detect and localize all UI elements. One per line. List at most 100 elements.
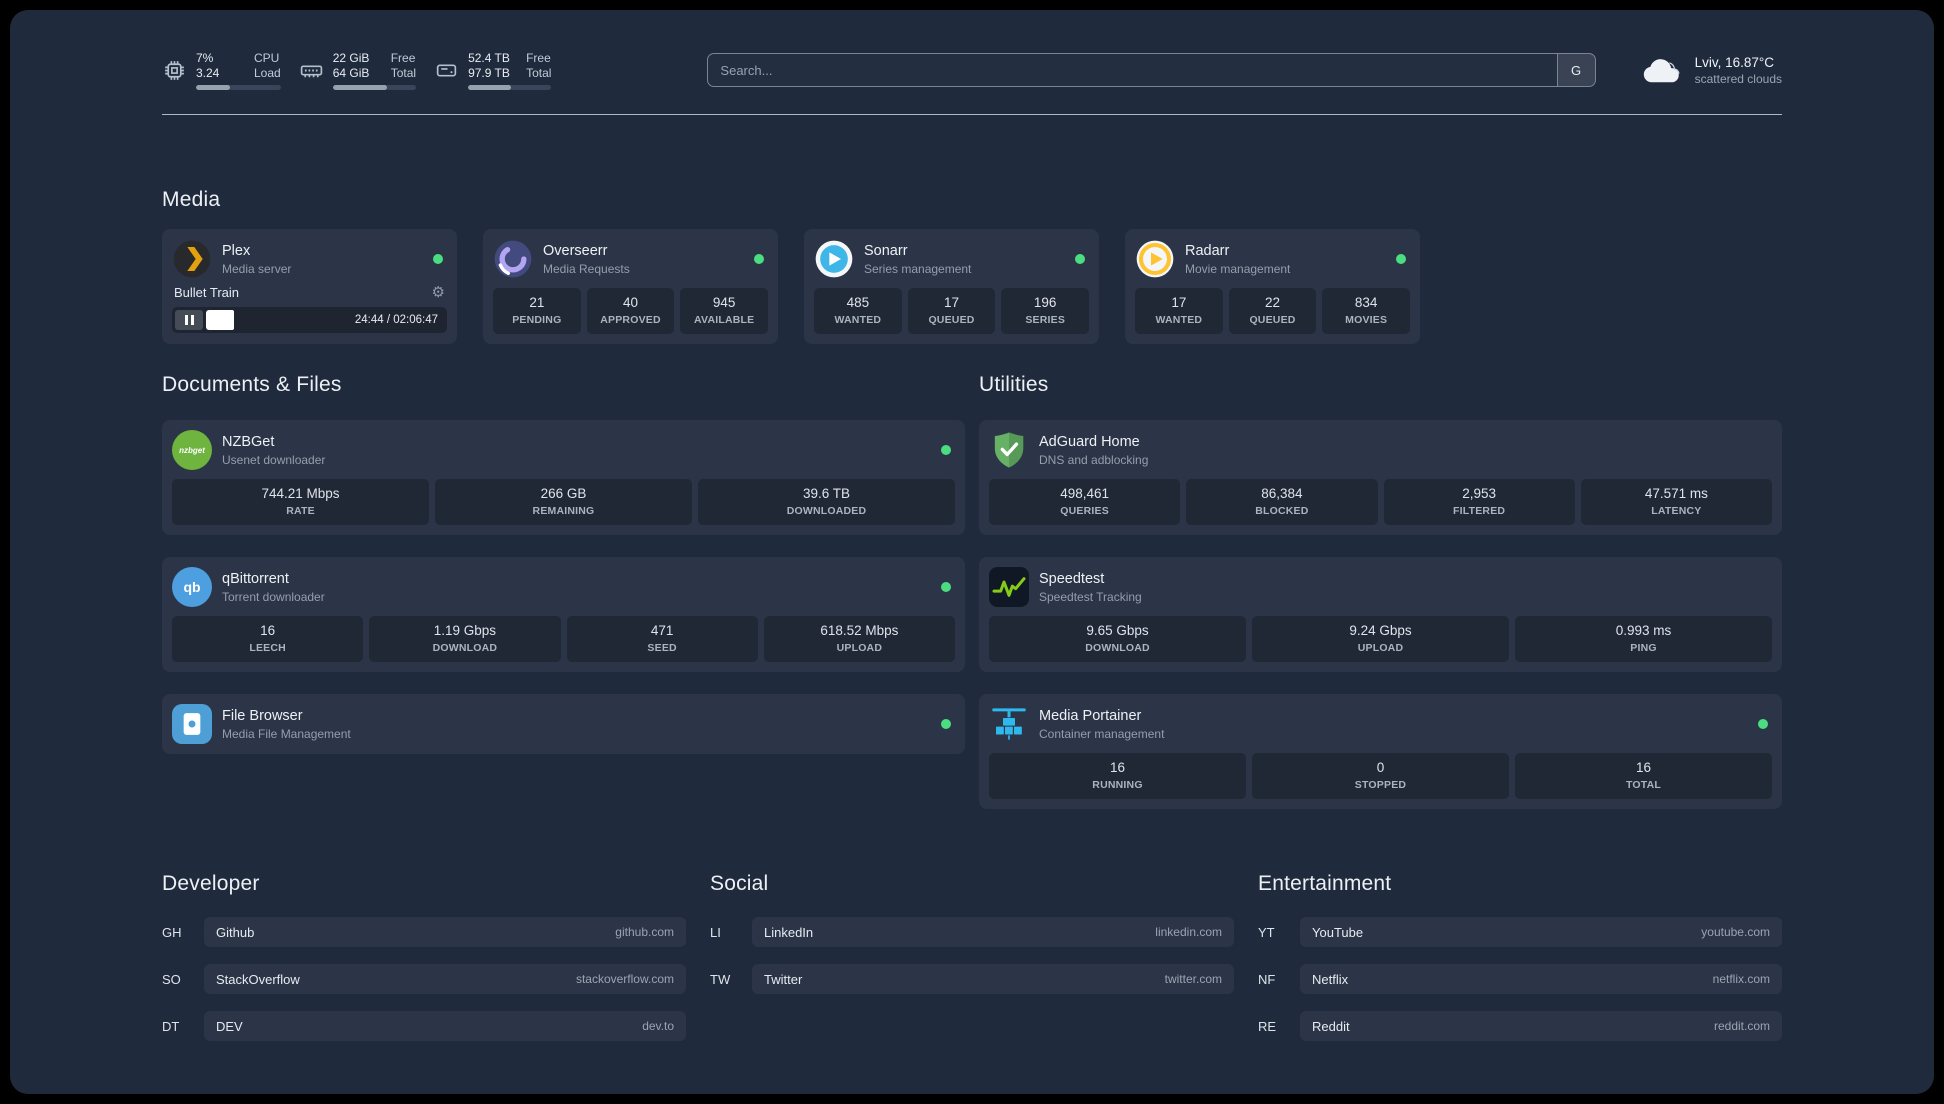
stat-label: SERIES: [1025, 314, 1066, 326]
cpu-usage-bar: [196, 84, 281, 90]
stat-value: 17: [1171, 295, 1187, 310]
stat-label: STOPPED: [1354, 779, 1407, 791]
service-description: Container management: [1039, 726, 1165, 741]
top-bar: 7% CPU 3.24 Load 22 GiB Free 64 GiB Tota…: [162, 44, 1782, 96]
service-name: Speedtest: [1039, 570, 1105, 587]
bookmark-linkedin[interactable]: LI LinkedIn linkedin.com: [710, 917, 1234, 947]
bookmark-reddit[interactable]: RE Reddit reddit.com: [1258, 1011, 1782, 1041]
radarr-icon: [1135, 239, 1175, 279]
bookmark-abbr: GH: [162, 924, 182, 940]
service-card-qbittorrent[interactable]: qb qBittorrent Torrent downloader 16 LEE…: [162, 557, 965, 672]
service-card-radarr[interactable]: Radarr Movie management 17 WANTED 22 QUE…: [1125, 229, 1420, 344]
bookmark-url: linkedin.com: [1155, 925, 1222, 939]
memory-free-label: Free: [390, 50, 416, 65]
cpu-percent: 7%: [196, 50, 214, 65]
bookmark-dev[interactable]: DT DEV dev.to: [162, 1011, 686, 1041]
status-dot: [433, 254, 443, 264]
bookmark-stackoverflow[interactable]: SO StackOverflow stackoverflow.com: [162, 964, 686, 994]
plex-header: Plex Media server: [172, 239, 447, 279]
service-card-portainer[interactable]: Media Portainer Container management 16 …: [979, 694, 1782, 809]
stat-downloaded: 39.6 TB DOWNLOADED: [698, 479, 955, 525]
stat-pending: 21 PENDING: [493, 288, 581, 334]
status-dot: [1396, 254, 1406, 264]
stat-label: AVAILABLE: [694, 314, 755, 326]
bookmark-bar[interactable]: Reddit reddit.com: [1300, 1011, 1782, 1041]
stat-label: SEED: [647, 642, 677, 654]
stat-running: 16 RUNNING: [989, 753, 1246, 799]
service-card-sonarr[interactable]: Sonarr Series management 485 WANTED 17 Q…: [804, 229, 1099, 344]
service-name: Plex: [222, 242, 251, 259]
memory-icon: [300, 65, 322, 77]
weather-widget[interactable]: Lviv, 16.87°C scattered clouds: [1638, 55, 1782, 86]
overseerr-icon: [493, 239, 533, 279]
stat-filtered: 2,953 FILTERED: [1383, 479, 1575, 525]
service-name: qBittorrent: [222, 570, 289, 587]
bookmark-bar[interactable]: LinkedIn linkedin.com: [752, 917, 1234, 947]
weather-text: Lviv, 16.87°C scattered clouds: [1695, 55, 1782, 86]
bookmark-bar[interactable]: Github github.com: [204, 917, 686, 947]
bookmark-name: Github: [216, 924, 255, 940]
pause-button[interactable]: [175, 310, 203, 330]
stat-label: BLOCKED: [1255, 505, 1309, 517]
bookmark-bar[interactable]: Twitter twitter.com: [752, 964, 1234, 994]
bookmark-abbr: YT: [1258, 924, 1275, 940]
service-card-overseerr[interactable]: Overseerr Media Requests 21 PENDING 40 A…: [483, 229, 778, 344]
playback-progress-fill: [206, 310, 234, 330]
nzbget-titles: NZBGet Usenet downloader: [222, 434, 325, 467]
service-card-speedtest[interactable]: Speedtest Speedtest Tracking 9.65 Gbps D…: [979, 557, 1782, 672]
stat-value: 0.993 ms: [1615, 623, 1672, 638]
stat-value: 16: [1109, 760, 1126, 775]
stat-ping: 0.993 ms PING: [1515, 616, 1772, 662]
stat-movies: 834 MOVIES: [1322, 288, 1411, 334]
status-dot: [1758, 719, 1768, 729]
stat-leech: 16 LEECH: [172, 616, 364, 662]
service-card-plex[interactable]: Plex Media server Bullet Train ⚙ 24:44 /…: [162, 229, 457, 344]
stat-download: 1.19 Gbps DOWNLOAD: [369, 616, 561, 662]
bookmark-twitter[interactable]: TW Twitter twitter.com: [710, 964, 1234, 994]
stat-value: 945: [712, 295, 736, 310]
bookmarks-entertainment: Entertainment YT YouTube youtube.com NF …: [1258, 871, 1782, 1058]
adguard-titles: AdGuard Home DNS and adblocking: [1039, 434, 1148, 467]
stat-label: APPROVED: [600, 314, 661, 326]
bookmark-bar[interactable]: StackOverflow stackoverflow.com: [204, 964, 686, 994]
search-provider-button[interactable]: G: [1556, 54, 1595, 86]
weather-condition: scattered clouds: [1694, 71, 1782, 86]
speedtest-stats: 9.65 Gbps DOWNLOAD 9.24 Gbps UPLOAD 0.99…: [989, 616, 1772, 662]
plex-titles: Plex Media server: [222, 243, 291, 276]
disk-free-label: Free: [526, 50, 551, 65]
cpu-load-label: Load: [254, 65, 281, 80]
stat-value: 47.571 ms: [1644, 486, 1708, 501]
utilities-column: Utilities AdGuard Home DNS and adblockin…: [979, 372, 1782, 809]
bookmark-github[interactable]: GH Github github.com: [162, 917, 686, 947]
stat-value: 618.52 Mbps: [820, 623, 899, 638]
stat-stopped: 0 STOPPED: [1252, 753, 1509, 799]
stat-label: RATE: [286, 505, 315, 517]
bookmark-bar[interactable]: YouTube youtube.com: [1300, 917, 1782, 947]
sonarr-icon: [814, 239, 854, 279]
filebrowser-titles: File Browser Media File Management: [222, 708, 351, 741]
qbittorrent-icon: qb: [172, 567, 212, 607]
service-name: AdGuard Home: [1039, 433, 1140, 450]
bookmark-abbr: LI: [710, 924, 721, 940]
service-description: Media File Management: [222, 726, 351, 741]
sonarr-header: Sonarr Series management: [814, 239, 1089, 279]
bookmark-bar[interactable]: DEV dev.to: [204, 1011, 686, 1041]
stat-label: MOVIES: [1345, 314, 1388, 326]
sonarr-stats: 485 WANTED 17 QUEUED 196 SERIES: [814, 288, 1090, 334]
bookmark-url: dev.to: [642, 1019, 674, 1033]
service-card-adguard[interactable]: AdGuard Home DNS and adblocking 498,461 …: [979, 420, 1782, 535]
gear-icon[interactable]: ⚙: [432, 285, 445, 300]
disk-stats: 52.4 TB Free 97.9 TB Total: [468, 50, 552, 90]
bookmark-youtube[interactable]: YT YouTube youtube.com: [1258, 917, 1782, 947]
bookmark-url: reddit.com: [1713, 1019, 1770, 1033]
stat-approved: 40 APPROVED: [586, 288, 675, 334]
search-input[interactable]: [708, 54, 1557, 86]
bookmark-netflix[interactable]: NF Netflix netflix.com: [1258, 964, 1782, 994]
service-name: Sonarr: [864, 242, 908, 259]
bookmark-bar[interactable]: Netflix netflix.com: [1300, 964, 1782, 994]
service-card-nzbget[interactable]: nzbget NZBGet Usenet downloader 744.21 M…: [162, 420, 965, 535]
playback-progress-track[interactable]: [206, 310, 349, 330]
service-card-filebrowser[interactable]: File Browser Media File Management: [162, 694, 965, 754]
bookmark-name: LinkedIn: [764, 924, 814, 940]
cpu-icon: [165, 60, 184, 80]
